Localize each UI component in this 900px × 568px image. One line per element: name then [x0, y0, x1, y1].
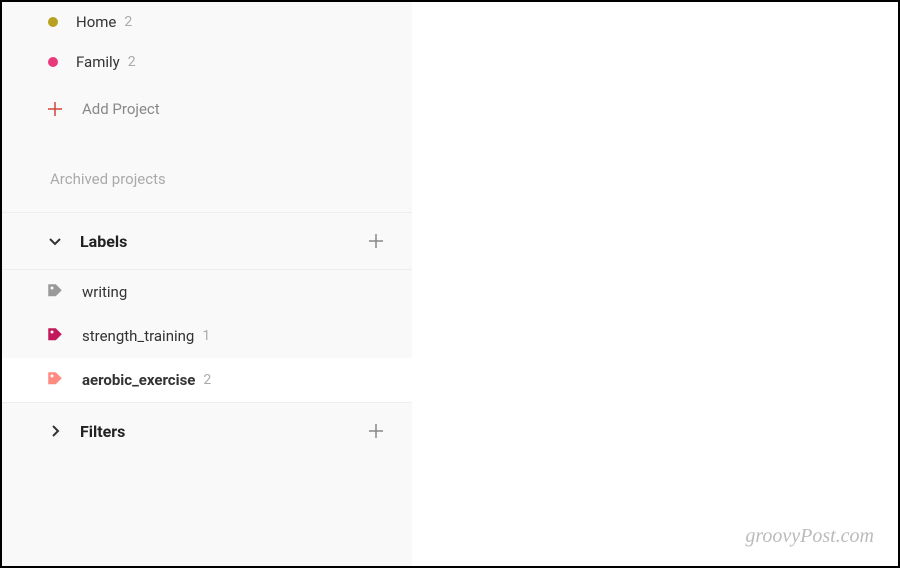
add-label-button[interactable] — [364, 229, 388, 253]
project-dot-icon — [48, 17, 58, 27]
label-name: aerobic_exercise — [82, 371, 195, 389]
project-name: Home — [76, 13, 116, 31]
sidebar: Home 2 Family 2 Add Project Archived pro… — [2, 2, 412, 566]
chevron-right-icon — [46, 422, 64, 440]
labels-section-header[interactable]: Labels — [2, 212, 412, 270]
archived-projects-link[interactable]: Archived projects — [2, 136, 412, 212]
project-item-family[interactable]: Family 2 — [2, 42, 412, 82]
project-dot-icon — [48, 57, 58, 67]
section-title: Filters — [80, 422, 364, 441]
chevron-down-icon — [46, 232, 64, 250]
project-count: 2 — [124, 14, 132, 30]
label-name: strength_training — [82, 327, 194, 345]
plus-icon — [46, 100, 64, 118]
label-item-strength-training[interactable]: strength_training 1 — [2, 314, 412, 358]
tag-icon — [46, 282, 66, 302]
label-count: 2 — [203, 372, 211, 388]
label-item-writing[interactable]: writing — [2, 270, 412, 314]
label-name: writing — [82, 283, 127, 301]
project-count: 2 — [128, 54, 136, 70]
add-project-button[interactable]: Add Project — [2, 82, 412, 136]
tag-icon — [46, 326, 66, 346]
add-filter-button[interactable] — [364, 419, 388, 443]
project-name: Family — [76, 53, 120, 71]
label-count: 1 — [202, 328, 210, 344]
add-project-label: Add Project — [82, 100, 160, 118]
project-item-home[interactable]: Home 2 — [2, 2, 412, 42]
tag-icon — [46, 370, 66, 390]
filters-section-header[interactable]: Filters — [2, 402, 412, 459]
label-item-aerobic-exercise[interactable]: aerobic_exercise 2 — [2, 358, 412, 402]
main-content — [412, 2, 898, 566]
section-title: Labels — [80, 232, 364, 251]
